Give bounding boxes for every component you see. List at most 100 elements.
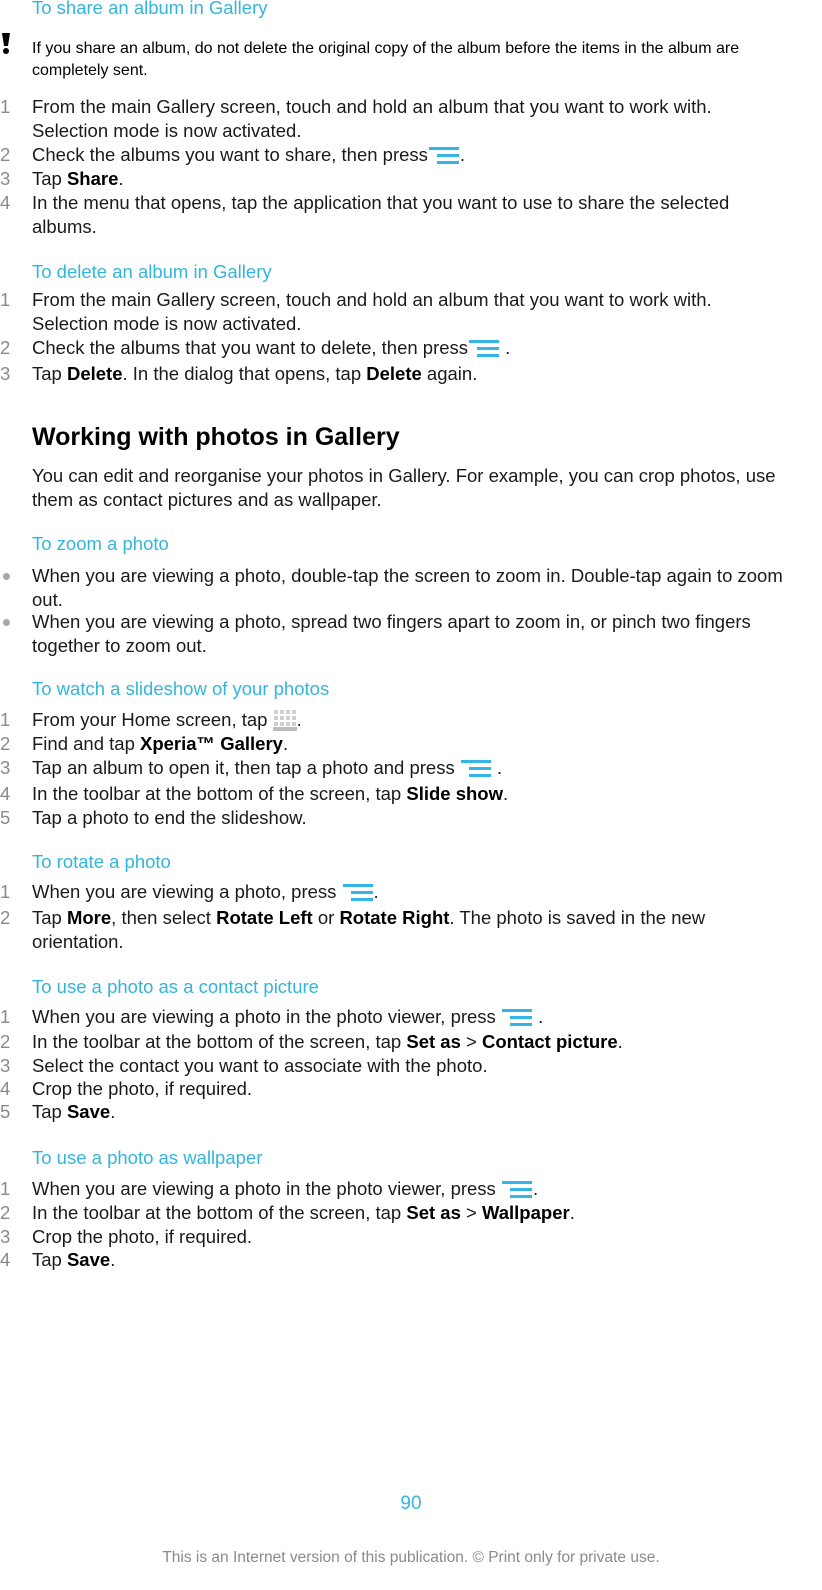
step-text: In the toolbar at the bottom of the scre…: [32, 782, 732, 806]
subheading-slideshow: To watch a slideshow of your photos: [32, 678, 330, 699]
ui-term: Rotate Left: [216, 907, 313, 928]
ui-term: Share: [66, 168, 119, 189]
step-text-part: .: [110, 1249, 116, 1270]
step-number: 1: [0, 96, 11, 117]
step-text: Check the albums you want to share, then…: [32, 143, 732, 167]
step-text: In the toolbar at the bottom of the scre…: [32, 1201, 732, 1225]
step-text: In the toolbar at the bottom of the scre…: [32, 1030, 732, 1054]
ui-term: Set as: [406, 1031, 461, 1052]
step-number: 4: [0, 1078, 11, 1099]
step-number: 5: [0, 807, 11, 828]
step-text: Tap More, then select Rotate Left or Rot…: [32, 906, 732, 954]
step-text: When you are viewing a photo, press .: [32, 880, 732, 904]
menu-icon: [428, 145, 459, 167]
bullet-text: When you are viewing a photo, double-tap…: [32, 565, 783, 610]
step-number: 3: [0, 1226, 11, 1247]
ui-term: Contact picture: [481, 1031, 618, 1052]
step-text: Check the albums that you want to delete…: [32, 336, 732, 360]
step-text-part: .: [532, 1006, 544, 1027]
ui-term: Save: [66, 1101, 111, 1122]
step-text: When you are viewing a photo in the phot…: [32, 1177, 732, 1201]
ui-term: Xperia™ Gallery: [140, 733, 283, 754]
step-number: 2: [0, 907, 11, 928]
app-grid-icon: [272, 709, 297, 731]
step-text: Crop the photo, if required.: [32, 1226, 253, 1247]
step-text-part: .: [503, 783, 509, 804]
step-number: 1: [0, 1006, 11, 1027]
step-text: Tap Share.: [32, 167, 732, 191]
step-text: Tap a photo to end the slideshow.: [32, 807, 307, 828]
exclamation-icon: [2, 33, 10, 54]
step-text-part: Tap: [32, 363, 67, 384]
step-text-part: From your Home screen, tap: [32, 709, 273, 730]
step-text-part: Check the albums that you want to delete…: [32, 337, 469, 358]
bullet-text: When you are viewing a photo, spread two…: [32, 611, 751, 656]
subheading-delete-album: To delete an album in Gallery: [32, 261, 272, 282]
subheading-contact-picture: To use a photo as a contact picture: [32, 976, 319, 997]
step-number: 4: [0, 192, 11, 213]
step-text-part: again.: [421, 363, 478, 384]
step-number: 3: [0, 168, 11, 189]
step-number: 3: [0, 363, 11, 384]
step-text: Tap an album to open it, then tap a phot…: [32, 756, 732, 780]
step-number: 1: [0, 1178, 11, 1199]
ui-term: Wallpaper: [481, 1202, 570, 1223]
menu-icon: [501, 1007, 532, 1029]
step-text-part: .: [296, 709, 302, 730]
step-text-part: .: [500, 337, 511, 358]
step-number: 2: [0, 1031, 11, 1052]
step-text-part: Tap: [32, 1249, 67, 1270]
menu-icon: [469, 338, 500, 360]
ui-term: Slide show: [406, 783, 503, 804]
step-text-part: When you are viewing a photo, press: [32, 881, 342, 902]
step-text: Select the contact you want to associate…: [32, 1055, 488, 1076]
subheading-share-album: To share an album in Gallery: [32, 0, 268, 18]
step-number: 3: [0, 757, 11, 778]
step-text: Crop the photo, if required.: [32, 1078, 253, 1099]
step-text-part: In the toolbar at the bottom of the scre…: [32, 1202, 407, 1223]
subheading-rotate-photo: To rotate a photo: [32, 851, 171, 872]
step-text-part: >: [460, 1031, 482, 1052]
step-number: 1: [0, 289, 11, 310]
ui-term: Delete: [366, 363, 422, 384]
step-number: 4: [0, 783, 11, 804]
warning-note: If you share an album, do not delete the…: [32, 40, 740, 79]
step-text-part: In the toolbar at the bottom of the scre…: [32, 1031, 407, 1052]
page-number: 90: [400, 1493, 422, 1514]
step-text-part: Tap: [32, 1101, 67, 1122]
step-text-part: >: [460, 1202, 482, 1223]
step-text-part: .: [491, 757, 503, 778]
step-number: 2: [0, 1202, 11, 1223]
step-number: 2: [0, 337, 11, 358]
step-text: From the main Gallery screen, touch and …: [32, 96, 712, 141]
step-number: 4: [0, 1249, 11, 1270]
menu-icon: [501, 1179, 532, 1201]
step-text-part: .: [110, 1101, 116, 1122]
step-number: 1: [0, 881, 11, 902]
step-text: In the menu that opens, tap the applicat…: [32, 192, 730, 237]
step-number: 2: [0, 733, 11, 754]
step-text: When you are viewing a photo in the phot…: [32, 1005, 732, 1029]
step-text-part: When you are viewing a photo in the phot…: [32, 1178, 501, 1199]
step-text-part: , then select: [111, 907, 217, 928]
intro-paragraph: You can edit and reorganise your photos …: [32, 465, 776, 510]
step-text: From the main Gallery screen, touch and …: [32, 289, 712, 334]
step-text-part: .: [282, 733, 289, 754]
subheading-zoom-photo: To zoom a photo: [32, 533, 169, 554]
step-text-part: In the toolbar at the bottom of the scre…: [32, 783, 407, 804]
step-text: Tap Save.: [32, 1100, 732, 1124]
step-text: Tap Delete. In the dialog that opens, ta…: [32, 362, 732, 386]
step-number: 3: [0, 1055, 11, 1076]
step-number: 1: [0, 709, 11, 730]
step-text-part: .: [617, 1031, 623, 1052]
bullet-icon: [3, 619, 10, 626]
step-number: 2: [0, 144, 11, 165]
bullet-icon: [3, 573, 10, 580]
step-text-part: . In the dialog that opens, tap: [122, 363, 367, 384]
step-text-part: Find and tap: [32, 733, 140, 754]
ui-term: Rotate Right: [339, 907, 450, 928]
step-text-part: When you are viewing a photo in the phot…: [32, 1006, 501, 1027]
step-text: Tap Save.: [32, 1248, 732, 1272]
footer-notice: This is an Internet version of this publ…: [162, 1549, 660, 1566]
menu-icon: [342, 882, 373, 904]
